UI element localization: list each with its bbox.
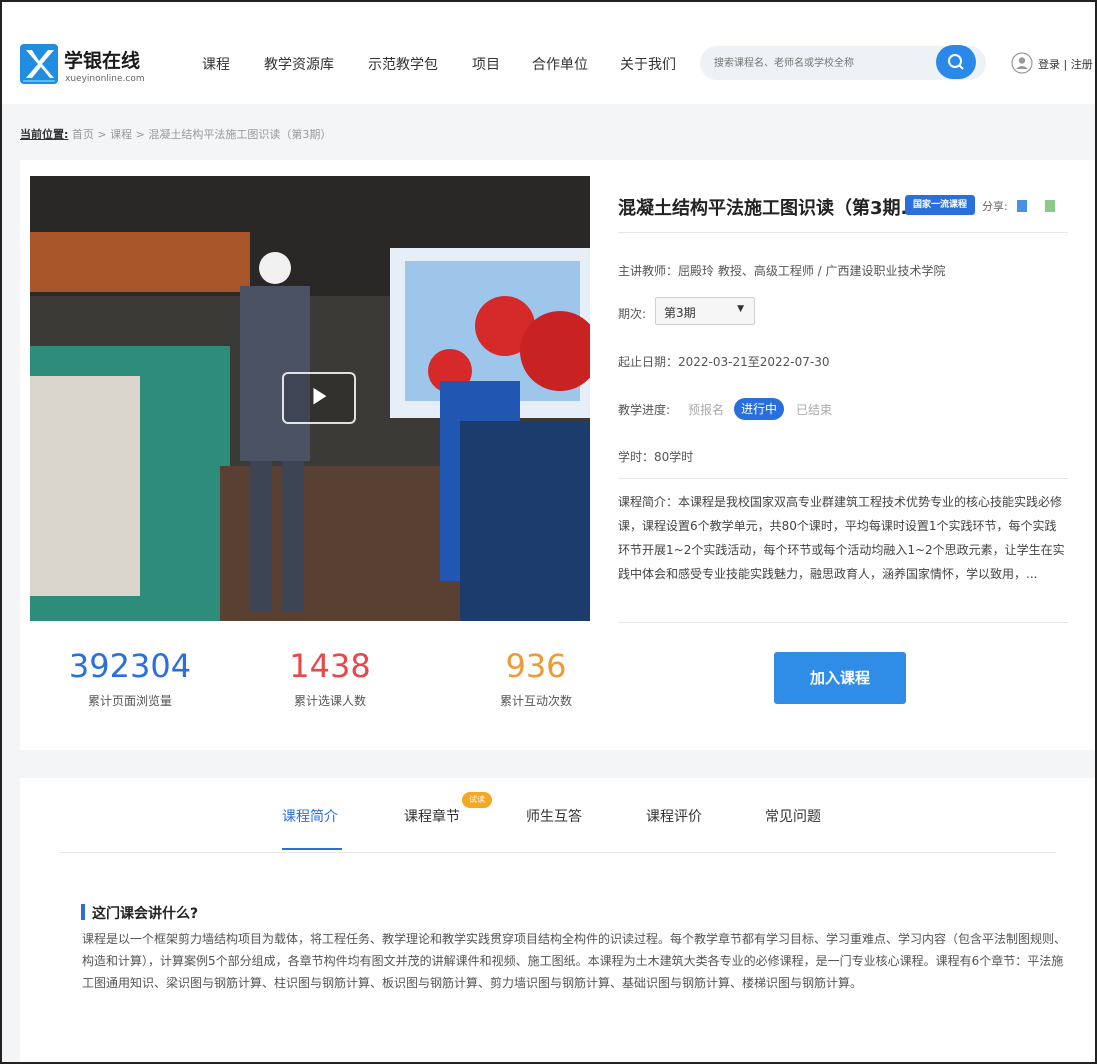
site-logo[interactable]: 学银在线 xueyinonline.com	[20, 44, 160, 90]
logo-domain: xueyinonline.com	[65, 74, 145, 84]
stat-interactions-value: 936	[505, 647, 567, 685]
user-avatar-icon[interactable]	[1011, 52, 1033, 74]
course-detail-section: 课程简介 课程章节 试读 师生互答 课程评价 常见问题 这门课会讲什么? 课程是…	[20, 778, 1095, 1064]
nav-item-about[interactable]: 关于我们	[620, 54, 676, 74]
course-tag-badge: 国家一流课程	[905, 195, 975, 215]
divider	[618, 232, 1068, 233]
tab-reviews[interactable]: 课程评价	[646, 806, 702, 826]
active-tab-indicator	[282, 848, 342, 850]
stat-enrollments: 1438 累计选课人数	[260, 648, 400, 709]
progress-state-ended: 已结束	[796, 403, 833, 417]
nav-item-courses[interactable]: 课程	[202, 54, 230, 74]
course-hours: 学时：80学时	[618, 450, 694, 464]
tab-chapters[interactable]: 课程章节	[404, 806, 460, 826]
stat-page-views: 392304 累计页面浏览量	[60, 648, 200, 709]
stat-page-views-label: 累计页面浏览量	[87, 694, 172, 708]
stat-enrollments-value: 1438	[289, 647, 371, 685]
login-register-link[interactable]: 登录 | 注册	[1038, 56, 1093, 72]
section-body: 课程是以一个框架剪力墙结构项目为载体，将工程任务、教学理论和教学实践贯穿项目结构…	[82, 932, 1067, 990]
search-icon	[948, 54, 964, 70]
tab-intro[interactable]: 课程简介	[282, 806, 338, 826]
section-title: 这门课会讲什么?	[92, 906, 199, 922]
search-input[interactable]	[714, 55, 934, 71]
course-video-player[interactable]	[30, 176, 590, 621]
share-qq-icon[interactable]	[1017, 200, 1027, 212]
progress-label: 教学进度:	[618, 403, 671, 417]
term-select-value: 第3期	[664, 306, 696, 320]
section-accent-bar	[81, 904, 85, 920]
stat-interactions-label: 累计互动次数	[499, 694, 572, 708]
nav-item-projects[interactable]: 项目	[472, 54, 500, 74]
preview-badge: 试读	[462, 792, 492, 808]
progress-state-prereg: 预报名	[688, 403, 725, 417]
course-title: 混凝土结构平法施工图识读（第3期...	[618, 198, 922, 219]
logo-mark-icon	[20, 44, 58, 84]
course-teacher: 主讲教师：屈殿玲 教授、高级工程师 / 广西建设职业技术学院	[618, 264, 946, 278]
tab-faq[interactable]: 常见问题	[765, 806, 821, 826]
video-play-button[interactable]	[282, 372, 356, 424]
stat-interactions: 936 累计互动次数	[466, 648, 606, 709]
course-intro: 课程简介：本课程是我校国家双高专业群建筑工程技术优势专业的核心技能实践必修课，课…	[618, 495, 1065, 581]
chevron-down-icon: ▼	[737, 304, 744, 314]
progress-state-active: 进行中	[734, 398, 784, 420]
share-wechat-icon[interactable]	[1045, 200, 1055, 212]
play-icon	[313, 387, 327, 405]
term-select[interactable]: 第3期 ▼	[655, 297, 755, 325]
stat-enrollments-label: 累计选课人数	[293, 694, 366, 708]
course-dates: 起止日期：2022-03-21至2022-07-30	[618, 355, 830, 369]
tab-qa[interactable]: 师生互答	[526, 806, 582, 826]
breadcrumb: 当前位置: 首页 > 课程 > 混凝土结构平法施工图识读（第3期）	[20, 126, 331, 142]
breadcrumb-path[interactable]: 首页 > 课程 > 混凝土结构平法施工图识读（第3期）	[72, 128, 331, 141]
search-button[interactable]	[936, 45, 976, 79]
course-card: 混凝土结构平法施工图识读（第3期... 国家一流课程 分享: 主讲教师：屈殿玲 …	[20, 160, 1095, 750]
nav-item-resource-library[interactable]: 教学资源库	[264, 54, 334, 74]
share-label: 分享:	[982, 200, 1008, 213]
term-label: 期次:	[618, 307, 647, 321]
stat-page-views-value: 392304	[68, 647, 192, 685]
nav-item-demo-package[interactable]: 示范教学包	[368, 54, 438, 74]
top-header: 学银在线 xueyinonline.com 课程 教学资源库 示范教学包 项目 …	[2, 2, 1095, 104]
nav-item-partners[interactable]: 合作单位	[532, 54, 588, 74]
join-course-button[interactable]: 加入课程	[774, 652, 906, 704]
divider	[618, 478, 1068, 479]
breadcrumb-label: 当前位置:	[20, 128, 69, 141]
logo-name: 学银在线	[64, 50, 141, 72]
divider	[60, 852, 1055, 853]
divider	[618, 622, 1068, 623]
